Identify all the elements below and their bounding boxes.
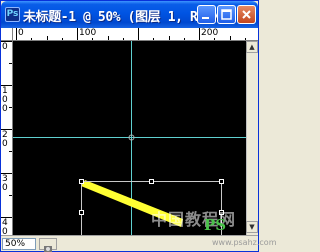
transform-handle-middle-left xyxy=(79,210,84,215)
close-button[interactable] xyxy=(237,5,256,24)
photoshop-document-window: Ps 未标题-1 @ 50% (图层 1, RGB/8) 0 100 200 0… xyxy=(0,0,276,252)
title-bar[interactable]: Ps 未标题-1 @ 50% (图层 1, RGB/8) xyxy=(1,1,258,28)
ruler-label-v0: 0 xyxy=(2,42,8,52)
minimize-button[interactable] xyxy=(197,5,216,24)
ruler-label-200: 200 xyxy=(201,28,219,38)
minimize-icon xyxy=(202,17,209,19)
watermark-url: www.psahz.com xyxy=(212,238,277,247)
maximize-icon xyxy=(221,9,232,20)
transform-handle-top-right xyxy=(219,179,224,184)
ruler-origin[interactable] xyxy=(1,28,13,41)
maximize-button[interactable] xyxy=(217,5,236,24)
ruler-label-v400: 4 0 xyxy=(2,218,8,236)
ruler-label-0: 0 xyxy=(18,28,24,38)
vertical-scrollbar[interactable]: ▲ ▼ xyxy=(246,41,258,235)
scroll-up-arrow[interactable]: ▲ xyxy=(246,41,258,53)
ruler-label-v200: 2 0 xyxy=(2,130,8,149)
ruler-label-100: 100 xyxy=(79,28,97,38)
transform-handle-top-center xyxy=(149,179,154,184)
horizontal-ruler-ticks xyxy=(16,28,246,40)
scroll-down-arrow[interactable]: ▼ xyxy=(246,221,258,233)
zoom-level-field[interactable]: 50% xyxy=(2,238,36,250)
horizontal-ruler[interactable]: 0 100 200 xyxy=(13,28,258,41)
close-icon xyxy=(242,10,251,19)
vertical-ruler[interactable]: 0 1 0 0 2 0 3 0 4 0 xyxy=(1,41,13,235)
ruler-label-v300: 3 0 xyxy=(2,174,8,193)
transform-handle-top-left xyxy=(79,179,84,184)
photoshop-app-icon[interactable]: Ps xyxy=(5,7,20,22)
watermark-logo: PS xyxy=(204,216,227,234)
ruler-label-v100: 1 0 0 xyxy=(2,86,8,114)
status-menu-button[interactable] xyxy=(39,238,57,252)
camera-icon xyxy=(44,246,52,252)
